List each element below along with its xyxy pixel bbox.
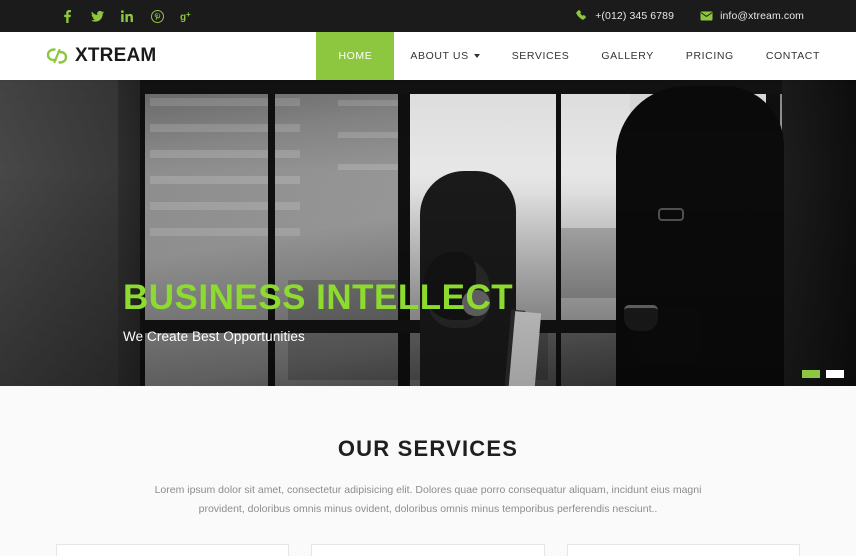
email-item[interactable]: info@xtream.com — [700, 10, 804, 22]
top-bar: g + +(012) 345 6789 info@xtream.com — [0, 0, 856, 32]
hero-caption: BUSINESS INTELLECT We Create Best Opport… — [123, 278, 514, 344]
service-card-1[interactable] — [56, 544, 290, 556]
nav-item-about-us[interactable]: ABOUT US — [394, 32, 495, 80]
nav-label-services: SERVICES — [511, 50, 570, 62]
nav-label-about-us: ABOUT US — [410, 50, 469, 62]
phone-number: +(012) 345 6789 — [595, 10, 675, 22]
twitter-icon[interactable] — [82, 0, 112, 32]
logo-mark-icon — [46, 46, 68, 66]
nav-item-pricing[interactable]: PRICING — [670, 32, 750, 80]
nav-label-contact: CONTACT — [765, 50, 820, 62]
hero-slider: BUSINESS INTELLECT We Create Best Opport… — [0, 80, 856, 386]
logo-text: XTREAM — [75, 45, 157, 66]
hero-subtitle: We Create Best Opportunities — [123, 329, 305, 344]
slider-indicator-1[interactable] — [802, 370, 820, 378]
main-nav: HOME ABOUT US SERVICES GALLERY PRICING C… — [316, 32, 856, 80]
contact-info: +(012) 345 6789 info@xtream.com — [576, 10, 804, 22]
hero-title: BUSINESS INTELLECT — [123, 278, 514, 318]
services-section: OUR SERVICES Lorem ipsum dolor sit amet,… — [0, 386, 856, 556]
social-links: g + — [52, 0, 202, 32]
pinterest-icon[interactable] — [142, 0, 172, 32]
facebook-icon[interactable] — [52, 0, 82, 32]
nav-item-gallery[interactable]: GALLERY — [585, 32, 669, 80]
nav-item-services[interactable]: SERVICES — [496, 32, 586, 80]
svg-text:+: + — [186, 11, 191, 19]
service-card-3[interactable] — [566, 544, 800, 556]
slider-indicators — [802, 370, 844, 378]
logo[interactable]: XTREAM — [0, 32, 156, 80]
service-card-2[interactable] — [311, 544, 545, 556]
site-header: XTREAM HOME ABOUT US SERVICES GALLERY PR… — [0, 32, 856, 80]
slider-indicator-2[interactable] — [826, 370, 844, 378]
phone-item[interactable]: +(012) 345 6789 — [576, 10, 674, 22]
nav-item-contact[interactable]: CONTACT — [750, 32, 836, 80]
service-cards — [56, 544, 800, 556]
services-description: Lorem ipsum dolor sit amet, consectetur … — [154, 484, 702, 516]
page-root: g + +(012) 345 6789 info@xtream.com XTRE… — [0, 0, 856, 556]
nav-item-home[interactable]: HOME — [316, 32, 395, 80]
services-heading: OUR SERVICES — [337, 436, 519, 461]
linkedin-icon[interactable] — [112, 0, 142, 32]
googleplus-icon[interactable]: g + — [172, 0, 202, 32]
envelope-icon — [700, 11, 713, 21]
phone-icon — [576, 10, 588, 22]
nav-label-home: HOME — [338, 50, 373, 62]
nav-label-gallery: GALLERY — [601, 50, 654, 62]
chevron-down-icon — [473, 54, 480, 58]
nav-label-pricing: PRICING — [685, 50, 734, 62]
email-address: info@xtream.com — [720, 10, 804, 22]
